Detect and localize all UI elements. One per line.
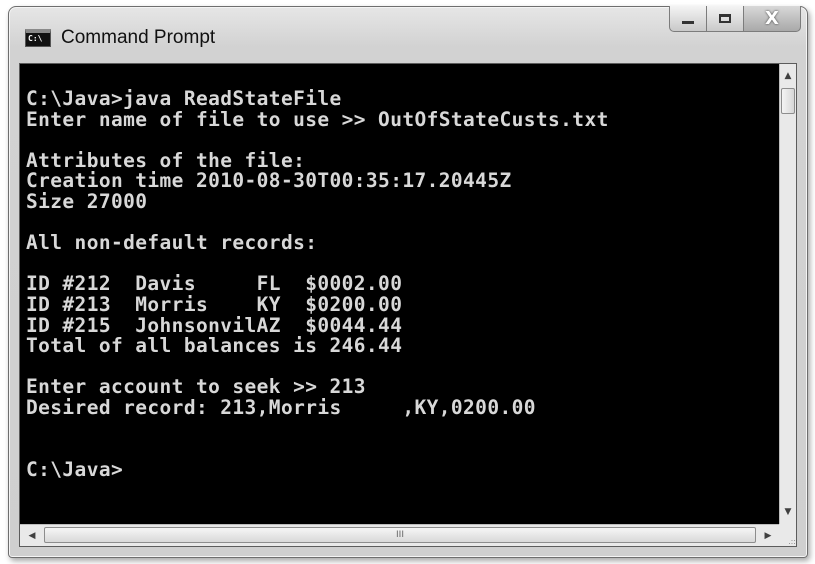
console-text: C:\Java>java ReadStateFile Enter name of… xyxy=(26,87,609,481)
vertical-scrollbar[interactable]: ▲ ▼ xyxy=(779,64,796,524)
app-icon-label: C:\ xyxy=(28,34,43,43)
horizontal-scroll-thumb[interactable]: III xyxy=(44,527,756,543)
resize-grip-icon[interactable]: .:: xyxy=(779,524,796,546)
vertical-scroll-thumb[interactable] xyxy=(781,88,795,114)
scroll-left-arrow-icon[interactable]: ◀ xyxy=(22,525,42,546)
caption-buttons: X xyxy=(669,6,801,36)
console-frame: C:\Java>java ReadStateFile Enter name of… xyxy=(19,63,797,547)
thumb-grip-icon: III xyxy=(396,530,404,540)
window-title: Command Prompt xyxy=(61,27,216,48)
maximize-button[interactable] xyxy=(706,6,743,32)
close-icon: X xyxy=(765,8,779,29)
maximize-icon xyxy=(719,14,731,23)
minimize-button[interactable] xyxy=(669,6,706,32)
minimize-icon xyxy=(682,21,694,24)
scroll-down-arrow-icon[interactable]: ▼ xyxy=(780,502,796,522)
horizontal-scrollbar[interactable]: ◀ III ▶ xyxy=(20,524,780,546)
title-bar[interactable]: C:\ Command Prompt X xyxy=(9,6,807,63)
scroll-right-arrow-icon[interactable]: ▶ xyxy=(758,525,778,546)
console-output[interactable]: C:\Java>java ReadStateFile Enter name of… xyxy=(20,64,780,524)
scroll-up-arrow-icon[interactable]: ▲ xyxy=(780,66,796,86)
command-prompt-icon[interactable]: C:\ xyxy=(25,29,51,47)
close-button[interactable]: X xyxy=(743,6,801,32)
command-prompt-window: C:\ Command Prompt X C:\Java>java ReadSt… xyxy=(8,6,808,558)
